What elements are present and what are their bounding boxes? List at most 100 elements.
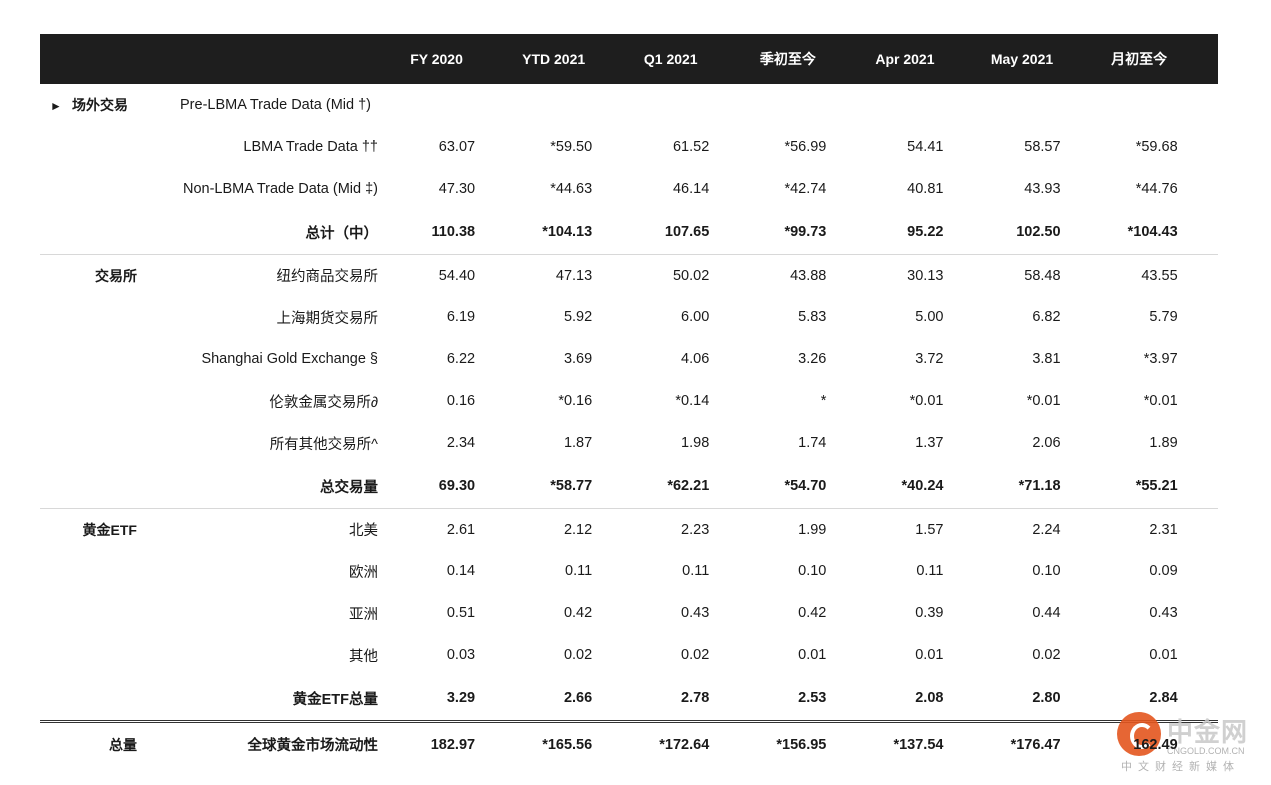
cell: 0.01	[798, 647, 827, 663]
cell: 3.72	[915, 351, 944, 367]
cell: 162.49	[1133, 736, 1178, 753]
row-label: 总计（中）	[305, 225, 379, 242]
cell: 47.30	[438, 181, 476, 197]
section-label-exchanges: 交易所	[95, 267, 137, 284]
cell: 1.89	[1149, 435, 1178, 451]
cell: 30.13	[907, 267, 944, 284]
cell: 69.30	[438, 478, 476, 494]
cell: *56.99	[784, 139, 827, 155]
cell: 2.24	[1032, 521, 1061, 538]
cell: 5.83	[798, 309, 827, 325]
cell: *	[820, 393, 827, 409]
row-label: 全球黄金市场流动性	[247, 738, 379, 754]
liquidity-table: FY 2020 YTD 2021 Q1 2021 季初至今 Apr 2021 M…	[40, 34, 1218, 766]
cell: 2.80	[1032, 690, 1061, 706]
row-label: 上海期货交易所	[276, 310, 379, 327]
row-label: 所有其他交易所^	[269, 436, 378, 453]
table-row: 上海期货交易所 6.19 5.92 6.00 5.83 5.00 6.82 5.…	[40, 296, 1218, 338]
cell: 0.42	[563, 605, 593, 621]
cell: 0.42	[798, 605, 827, 621]
cell: 5.92	[563, 309, 593, 325]
col-header: 季初至今	[759, 51, 816, 67]
cell: 2.78	[681, 690, 710, 706]
cell: 0.11	[682, 563, 710, 579]
cell: 0.10	[1032, 563, 1061, 579]
total-row: 黄金ETF总量 3.29 2.66 2.78 2.53 2.08 2.80 2.…	[40, 676, 1218, 720]
col-header: Apr 2021	[875, 51, 935, 67]
cell: *44.76	[1135, 181, 1178, 197]
cell: 0.11	[565, 563, 593, 579]
cell: 0.02	[563, 647, 593, 663]
row-label: Pre-LBMA Trade Data (Mid †)	[180, 97, 371, 113]
cell: 3.69	[563, 351, 593, 367]
cell: *172.64	[659, 736, 710, 753]
cell: 40.81	[907, 181, 944, 197]
cell: 54.40	[438, 267, 476, 284]
cell: 0.11	[916, 563, 944, 579]
cell: 2.31	[1149, 521, 1178, 538]
cell: 2.23	[681, 521, 710, 538]
cell: 5.00	[915, 309, 944, 325]
row-label: 北美	[349, 523, 378, 539]
section-label-otc: 场外交易	[72, 97, 128, 113]
cell: 0.51	[446, 605, 476, 621]
cell: 61.52	[672, 139, 710, 155]
cell: *55.21	[1135, 478, 1178, 494]
grand-total-row: 总量 全球黄金市场流动性 182.97 *165.56 *172.64 *156…	[40, 720, 1218, 766]
table-row: Non-LBMA Trade Data (Mid ‡) 47.30 *44.63…	[40, 168, 1218, 210]
cell: *59.50	[550, 139, 593, 155]
cell: 54.41	[907, 139, 944, 155]
cell: *40.24	[901, 478, 944, 494]
total-row: 总交易量 69.30 *58.77 *62.21 *54.70 *40.24 *…	[40, 464, 1218, 508]
cell: 5.79	[1149, 309, 1178, 325]
cell: 43.88	[790, 267, 827, 284]
cell: *176.47	[1010, 736, 1061, 753]
cell: *137.54	[893, 736, 944, 753]
col-header: YTD 2021	[522, 51, 586, 67]
cell: *0.01	[909, 393, 944, 409]
cell: 0.01	[915, 647, 944, 663]
total-row: 总计（中） 110.38 *104.13 107.65 *99.73 95.22…	[40, 210, 1218, 254]
col-header: 月初至今	[1111, 51, 1168, 67]
cell: 0.16	[446, 393, 476, 409]
cell: 2.06	[1032, 435, 1061, 451]
cell: *165.56	[542, 736, 593, 753]
cell: 43.93	[1024, 181, 1061, 197]
cell: 2.84	[1149, 690, 1178, 706]
cell: 2.12	[563, 521, 593, 538]
cell: 102.50	[1016, 224, 1061, 240]
cell: *156.95	[776, 736, 827, 753]
table-row: 亚洲 0.51 0.42 0.43 0.42 0.39 0.44 0.43	[40, 592, 1218, 634]
cell: *104.13	[542, 224, 593, 240]
table-row: 其他 0.03 0.02 0.02 0.01 0.01 0.02 0.01	[40, 634, 1218, 676]
table-row: 欧洲 0.14 0.11 0.11 0.10 0.11 0.10 0.09	[40, 550, 1218, 592]
row-label: 黄金ETF总量	[292, 691, 378, 708]
cell: 0.43	[681, 605, 710, 621]
cell: 50.02	[672, 267, 710, 284]
cell: 0.01	[1149, 647, 1178, 663]
cell: *0.01	[1143, 393, 1178, 409]
expand-arrow-icon[interactable]: ►	[40, 99, 72, 113]
cell: *54.70	[784, 478, 827, 494]
cell: 2.53	[798, 690, 827, 706]
col-header: Q1 2021	[643, 51, 698, 67]
cell: *0.14	[675, 393, 710, 409]
cell: 2.08	[915, 690, 944, 706]
section-label-etf: 黄金ETF	[82, 521, 137, 538]
cell: *44.63	[550, 181, 593, 197]
table-row: 所有其他交易所^ 2.34 1.87 1.98 1.74 1.37 2.06 1…	[40, 422, 1218, 464]
cell: 3.29	[446, 690, 476, 706]
cell: 0.10	[798, 563, 827, 579]
cell: *71.18	[1018, 478, 1061, 494]
col-header: May 2021	[990, 51, 1054, 67]
table-header: FY 2020 YTD 2021 Q1 2021 季初至今 Apr 2021 M…	[40, 34, 1218, 84]
cell: 0.09	[1149, 563, 1178, 579]
cell: 95.22	[907, 224, 944, 240]
cell: 107.65	[664, 224, 710, 240]
cell: 47.13	[555, 267, 593, 284]
cell: *0.01	[1026, 393, 1061, 409]
cell: 6.00	[681, 309, 710, 325]
cell: 2.34	[446, 435, 476, 451]
table-row: Shanghai Gold Exchange § 6.22 3.69 4.06 …	[40, 338, 1218, 380]
cell: 0.39	[915, 605, 944, 621]
